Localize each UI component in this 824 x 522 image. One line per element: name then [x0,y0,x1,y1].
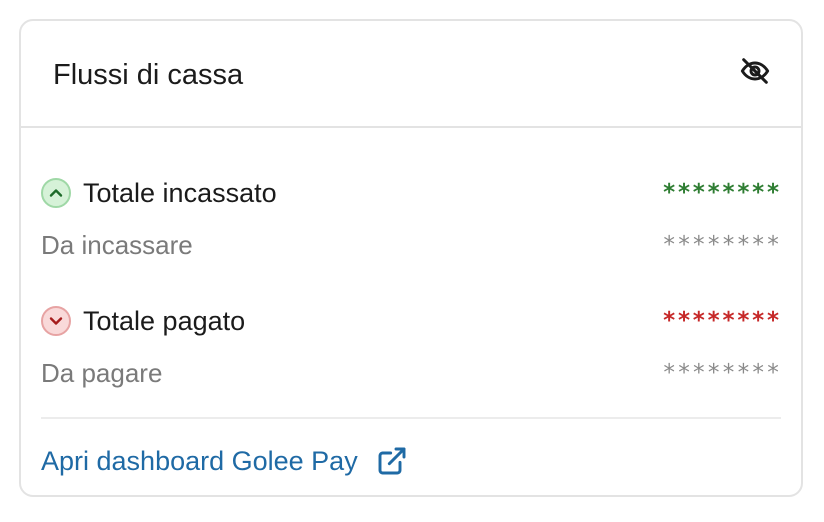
cash-in-total-label: Totale incassato [83,177,277,208]
card-title: Flussi di cassa [53,59,244,91]
to-pay-value: ******** [662,360,781,386]
to-collect-row: Da incassare ******** [41,219,781,271]
paid-total-row: Totale pagato ******** [41,295,781,347]
to-pay-label: Da pagare [41,358,163,388]
to-pay-row: Da pagare ******** [41,347,781,399]
to-collect-value: ******** [662,232,781,258]
to-collect-label: Da incassare [41,230,193,260]
chevron-up-icon [41,178,71,208]
paid-total-label: Totale pagato [83,305,246,336]
card-body: Totale incassato ******** Da incassare *… [21,128,801,477]
cash-flow-card: Flussi di cassa Totale incassato *******… [19,19,803,497]
chevron-down-icon [41,306,71,336]
external-link-icon [376,445,408,477]
eye-off-icon [740,58,770,84]
divider [41,417,781,419]
cash-in-total-value: ******** [662,180,781,206]
cash-in-total-row: Totale incassato ******** [41,167,781,219]
toggle-visibility-button[interactable] [737,53,773,89]
paid-total-value: ******** [662,308,781,334]
open-golee-pay-dashboard-link[interactable]: Apri dashboard Golee Pay [41,445,408,477]
card-header: Flussi di cassa [21,21,801,128]
open-dashboard-link-label: Apri dashboard Golee Pay [41,445,358,476]
